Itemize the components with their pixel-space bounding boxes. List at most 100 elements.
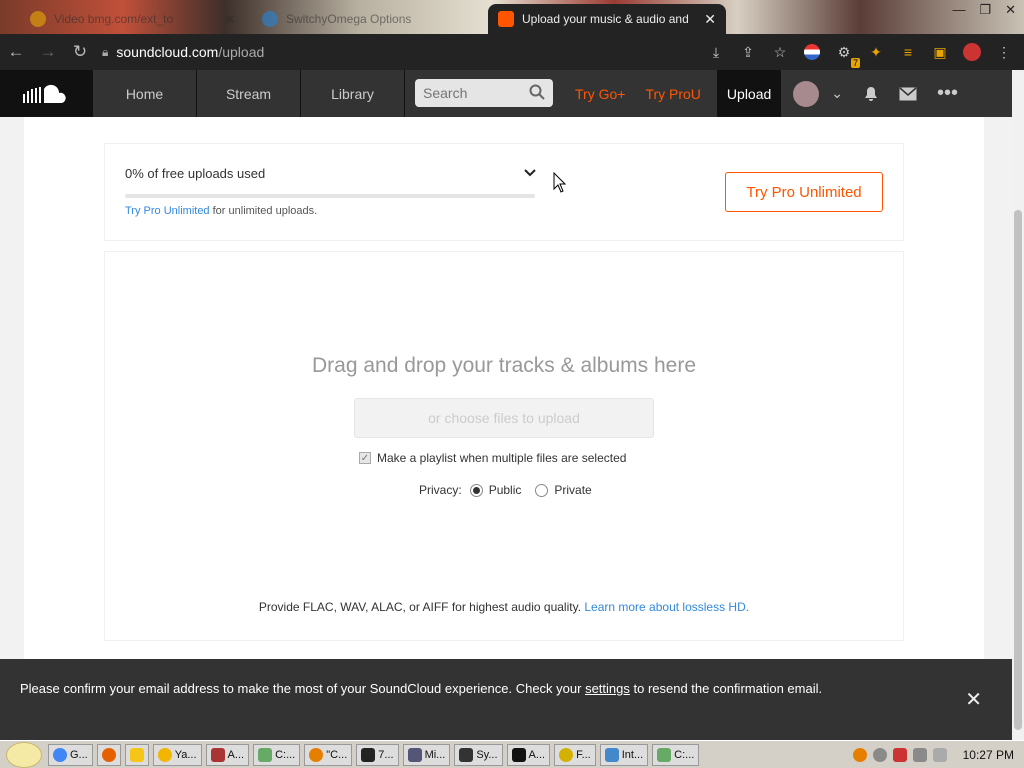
quota-note: Try Pro Unlimited for unlimited uploads. <box>125 205 317 217</box>
address-host: soundcloud.com <box>116 44 219 60</box>
restore-icon[interactable]: ❐ <box>979 2 991 18</box>
scrollbar-thumb[interactable] <box>1014 210 1022 730</box>
page-scrollbar[interactable] <box>1012 70 1024 740</box>
try-pro-unlimited-link[interactable]: Try Pro Unlimited <box>125 205 210 217</box>
back-icon[interactable]: ← <box>0 36 32 68</box>
address-path: /upload <box>218 44 265 60</box>
privacy-public-label: Public <box>488 483 522 497</box>
tab-upload[interactable]: Upload your music & audio and ✕ <box>488 4 726 34</box>
taskbar-item[interactable]: Mi... <box>402 743 451 766</box>
profile-flag-icon[interactable] <box>802 42 822 62</box>
switchyomega-favicon-icon <box>262 11 278 27</box>
start-orb-icon <box>6 741 42 768</box>
try-pro-link[interactable]: Try ProU <box>635 70 710 117</box>
start-button[interactable] <box>0 741 48 768</box>
chevron-down-icon[interactable]: ⌄ <box>831 85 843 102</box>
address-bar[interactable]: 🔒︎ soundcloud.com/upload <box>102 38 672 66</box>
taskbar-item[interactable]: C:... <box>253 743 301 766</box>
side-panel-icon[interactable]: ▣ <box>930 42 950 62</box>
bookmark-star-icon[interactable]: ☆ <box>770 42 790 62</box>
close-icon[interactable]: ✕ <box>965 687 982 712</box>
extensions-puzzle-icon[interactable]: ✦ <box>866 42 886 62</box>
try-pro-unlimited-button[interactable]: Try Pro Unlimited <box>725 172 883 212</box>
privacy-public-radio[interactable] <box>469 483 483 497</box>
tray-device-icon[interactable] <box>912 747 927 762</box>
privacy-public-option[interactable]: Public <box>469 483 522 497</box>
app-icon <box>407 747 422 762</box>
upload-dropzone[interactable]: Drag and drop your tracks & albums here … <box>104 251 904 641</box>
taskbar-item[interactable]: A... <box>506 743 551 766</box>
nav-stream[interactable]: Stream <box>197 70 301 117</box>
nav-library[interactable]: Library <box>301 70 405 117</box>
console-icon <box>511 747 526 762</box>
soundcloud-header: Home Stream Library Try Go+ Try ProU Upl… <box>0 70 1012 117</box>
window-controls: — ❐ ✕ <box>952 2 1016 18</box>
privacy-private-option[interactable]: Private <box>535 483 592 497</box>
tab-close-icon[interactable]: ✕ <box>224 11 236 28</box>
taskbar-item[interactable]: Int... <box>599 743 649 766</box>
taskbar-clock[interactable]: 10:27 PM <box>963 748 1014 762</box>
notifications-bell-icon[interactable] <box>863 86 879 102</box>
dropzone-headline: Drag and drop your tracks & albums here <box>311 354 697 377</box>
taskbar-item-label: C:... <box>275 748 296 761</box>
upload-link[interactable]: Upload <box>716 70 782 117</box>
install-icon[interactable]: ⤓ <box>706 42 726 62</box>
forward-icon[interactable]: → <box>32 36 64 68</box>
window-close-icon[interactable]: ✕ <box>1005 2 1016 18</box>
try-go-plus-link[interactable]: Try Go+ <box>565 70 635 117</box>
taskbar-item[interactable]: Sy... <box>454 743 503 766</box>
make-playlist-checkbox[interactable]: ✓ <box>359 452 371 464</box>
taskbar-item[interactable]: Ya... <box>152 743 202 766</box>
app-icon <box>210 747 225 762</box>
taskbar-item-label: A... <box>528 748 546 761</box>
reading-list-icon[interactable]: ≡ <box>898 42 918 62</box>
taskbar-item-label: Sy... <box>476 748 498 761</box>
upload-page: 0% of free uploads used Try Pro Unlimite… <box>24 117 984 659</box>
search-tool-icon <box>309 747 324 762</box>
tab-switchyomega[interactable]: SwitchyOmega Options <box>252 4 478 34</box>
taskbar-item-label: Ya... <box>174 748 197 761</box>
header-user-area: ⌄ ••• <box>793 70 958 117</box>
settings-link[interactable]: settings <box>585 681 630 696</box>
taskbar-item[interactable] <box>96 743 121 766</box>
lock-icon: 🔒︎ <box>102 44 109 59</box>
browser-menu-icon[interactable]: ⋮ <box>994 42 1014 62</box>
app-icon <box>129 747 144 762</box>
soundcloud-logo-icon <box>22 84 66 103</box>
tray-search-icon[interactable] <box>852 747 867 762</box>
chrome-icon <box>53 747 67 762</box>
quota-progress-bar <box>125 194 535 198</box>
taskbar-item[interactable]: A... <box>205 743 250 766</box>
tab-close-icon[interactable]: ✕ <box>704 11 716 28</box>
search-icon[interactable] <box>529 84 545 100</box>
profile-avatar-icon[interactable] <box>962 42 982 62</box>
tray-network-icon[interactable] <box>892 747 907 762</box>
messages-envelope-icon[interactable] <box>899 86 917 101</box>
taskbar-item[interactable]: F... <box>554 743 596 766</box>
more-options-icon[interactable]: ••• <box>937 82 958 105</box>
volume-icon[interactable] <box>932 747 947 762</box>
lossless-hd-link[interactable]: Learn more about lossless HD. <box>584 600 749 614</box>
soundcloud-logo[interactable] <box>0 70 93 117</box>
minimize-icon[interactable]: — <box>952 2 965 18</box>
extension-badge-icon[interactable]: ⚙ 7 <box>834 42 860 68</box>
taskbar-item[interactable]: "C... <box>304 743 353 766</box>
taskbar-item-label: Mi... <box>424 748 446 761</box>
nav-home[interactable]: Home <box>93 70 197 117</box>
tab-video[interactable]: Video bmg.com/ext_to ✕ <box>20 4 246 34</box>
share-icon[interactable]: ⇪ <box>738 42 758 62</box>
tray-app-icon[interactable] <box>872 747 887 762</box>
taskbar-item[interactable]: G... <box>48 743 93 766</box>
privacy-private-radio[interactable] <box>535 483 549 497</box>
soundcloud-favicon-icon <box>498 11 514 27</box>
chevron-down-icon[interactable] <box>523 166 537 180</box>
reload-icon[interactable]: ↻ <box>64 36 96 68</box>
7zip-icon <box>361 747 376 762</box>
taskbar-item[interactable]: 7... <box>356 743 399 766</box>
taskbar-item[interactable]: C:... <box>652 743 700 766</box>
tab-title: Video bmg.com/ext_to <box>54 12 174 26</box>
tab-title: Upload your music & audio and <box>522 12 689 26</box>
taskbar-item[interactable] <box>124 743 149 766</box>
avatar[interactable] <box>793 80 820 107</box>
choose-files-button[interactable]: or choose files to upload <box>354 398 654 438</box>
